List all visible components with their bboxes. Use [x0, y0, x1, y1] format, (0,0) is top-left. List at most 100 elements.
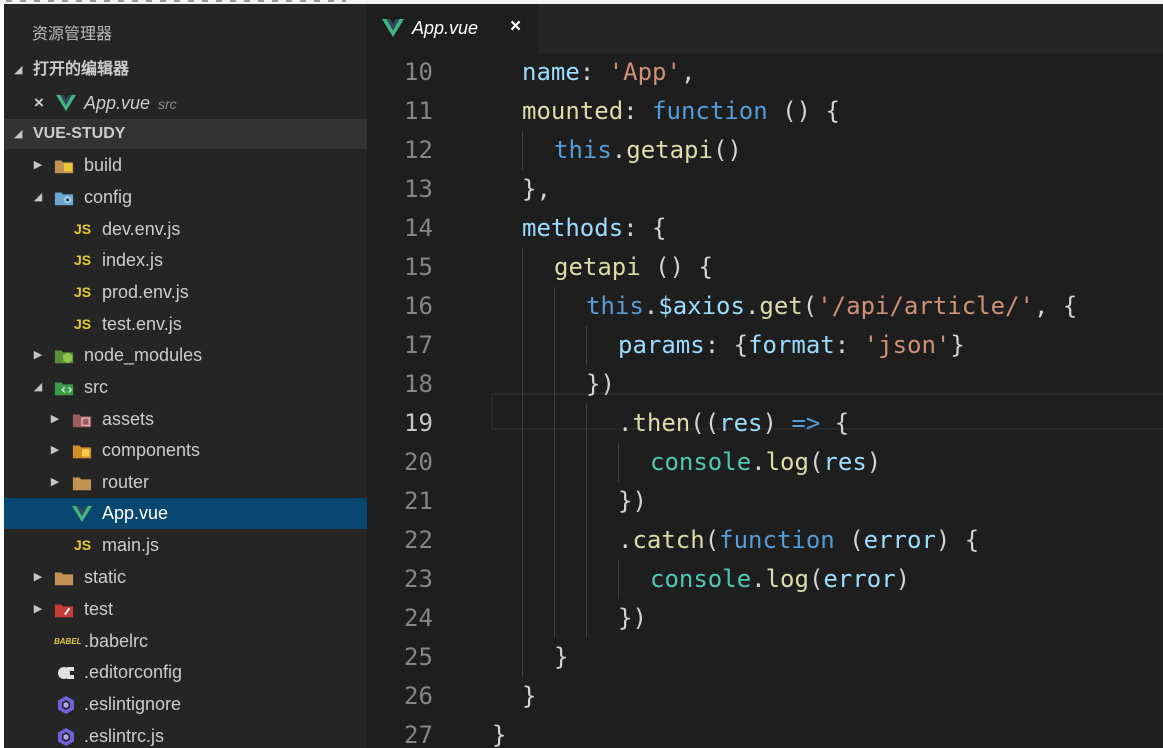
folder-build-icon	[54, 160, 74, 174]
chevron-down-icon: ◢	[33, 191, 43, 203]
code-line: }	[492, 721, 507, 748]
close-icon[interactable]: ×	[510, 16, 521, 38]
line-number: 17	[404, 331, 433, 359]
tree-item-dev-env-js[interactable]: JS dev.env.js	[4, 214, 367, 245]
tree-item-test-env-js[interactable]: JS test.env.js	[4, 309, 367, 340]
project-label: VUE-STUDY	[33, 125, 126, 142]
code-line: .then((res) => {	[618, 409, 850, 437]
js-icon: JS	[74, 316, 92, 332]
open-editor-name: App.vue	[84, 93, 151, 113]
chevron-right-icon: ▶	[50, 444, 60, 456]
tree-item-label: assets	[102, 409, 155, 429]
folder-assets-icon	[72, 414, 92, 428]
explorer-title: 资源管理器	[32, 26, 113, 43]
chevron-right-icon: ▶	[50, 413, 60, 425]
tree-item-babelrc[interactable]: BABEL .babelrc	[4, 626, 367, 657]
line-number: 26	[404, 682, 433, 710]
tree-item-build[interactable]: ▶ build	[4, 150, 367, 181]
code-line: },	[522, 175, 551, 203]
open-editors-label: 打开的编辑器	[33, 61, 130, 78]
code-line: }	[554, 643, 569, 671]
tree-item-label: .eslintrc.js	[84, 726, 165, 746]
code-line: .catch(function (error) {	[618, 526, 980, 554]
line-number: 20	[404, 448, 433, 476]
tree-item-config[interactable]: ◢ config	[4, 182, 367, 213]
project-header[interactable]: ◢ VUE-STUDY	[4, 119, 367, 149]
tree-item-label: .editorconfig	[84, 662, 183, 682]
line-number: 16	[404, 292, 433, 320]
editorconfig-icon	[58, 667, 74, 679]
tree-item-eslintignore[interactable]: .eslintignore	[4, 689, 367, 720]
vue-icon	[72, 505, 92, 523]
tree-item-label: test.env.js	[102, 314, 182, 334]
js-icon: JS	[74, 252, 92, 268]
tree-item-router[interactable]: ▶ router	[4, 467, 367, 498]
line-number: 22	[404, 526, 433, 554]
chevron-down-icon: ◢	[14, 128, 23, 140]
tree-item-label: main.js	[102, 535, 160, 555]
tree-item-index-js[interactable]: JS index.js	[4, 245, 367, 276]
code-line: getapi () {	[554, 253, 713, 281]
tree-item-test[interactable]: ▶ test	[4, 594, 367, 625]
folder-test-icon	[54, 604, 74, 618]
line-number: 10	[404, 58, 433, 86]
code-line: })	[618, 604, 647, 632]
tree-item-main-js[interactable]: JS main.js	[4, 530, 367, 561]
folder-components-icon	[72, 445, 92, 459]
js-icon: JS	[74, 221, 92, 237]
eslint-icon	[58, 728, 74, 746]
tree-item-static[interactable]: ▶ static	[4, 562, 367, 593]
tree-item-label: index.js	[102, 250, 164, 270]
tree-item-label: build	[84, 155, 123, 175]
tree-item-editorconfig[interactable]: .editorconfig	[4, 657, 367, 688]
line-number: 23	[404, 565, 433, 593]
folder-src-icon	[54, 382, 74, 396]
chevron-right-icon: ▶	[33, 159, 43, 171]
code-line: }	[522, 682, 537, 710]
tab-bar: App.vue ×	[367, 4, 1163, 53]
tree-item-label: config	[84, 187, 133, 207]
open-editor-item[interactable]: × App.vue src	[4, 87, 367, 119]
tree-item-src[interactable]: ◢ src	[4, 372, 367, 403]
code-line: })	[618, 487, 647, 515]
tree-item-components[interactable]: ▶ components	[4, 435, 367, 466]
code-line: console.log(error)	[650, 565, 911, 593]
tree-item-label: test	[84, 599, 114, 619]
folder-node-icon	[54, 350, 74, 364]
editor-pane: App.vue × 10 11 12 13 14 15 16 17 18 19 20 21 22 23 24…	[367, 4, 1163, 748]
line-number: 21	[404, 487, 433, 515]
js-icon: JS	[74, 537, 92, 553]
code-line: mounted: function () {	[522, 97, 840, 125]
tree-item-label: prod.env.js	[102, 282, 189, 302]
explorer-sidebar: 资源管理器 ◢ 打开的编辑器 × App.vue src ◢ VUE-STUDY…	[4, 4, 367, 748]
tree-item-assets[interactable]: ▶ assets	[4, 404, 367, 435]
open-editors-header[interactable]: ◢ 打开的编辑器	[4, 55, 367, 85]
tree-item-label: static	[84, 567, 127, 587]
line-number: 15	[404, 253, 433, 281]
code-line: })	[586, 370, 615, 398]
chevron-down-icon: ◢	[14, 64, 23, 76]
line-number: 14	[404, 214, 433, 242]
code-line: name: 'App',	[522, 58, 696, 86]
code-line: this.getapi()	[554, 136, 742, 164]
line-number: 25	[404, 643, 433, 671]
tree-item-label: node_modules	[84, 345, 203, 365]
tree-item-prod-env-js[interactable]: JS prod.env.js	[4, 277, 367, 308]
tree-item-label: components	[102, 440, 201, 460]
folder-config-icon	[54, 192, 74, 206]
code-line: console.log(res)	[650, 448, 882, 476]
line-number: 11	[404, 97, 433, 125]
tree-item-label: .babelrc	[84, 631, 149, 651]
open-editor-dir: src	[158, 96, 177, 112]
chevron-right-icon: ▶	[50, 476, 60, 488]
close-icon[interactable]: ×	[34, 87, 44, 119]
tree-item-eslintrc-js[interactable]: .eslintrc.js	[4, 721, 367, 748]
tree-item-app-vue[interactable]: App.vue	[4, 498, 367, 529]
js-icon: JS	[74, 284, 92, 300]
tab-app-vue[interactable]: App.vue ×	[367, 4, 538, 53]
chevron-right-icon: ▶	[33, 349, 43, 361]
folder-icon	[72, 477, 92, 491]
tree-item-node-modules[interactable]: ▶ node_modules	[4, 340, 367, 371]
code-line: this.$axios.get('/api/article/', {	[586, 292, 1078, 320]
vue-icon	[56, 94, 76, 112]
